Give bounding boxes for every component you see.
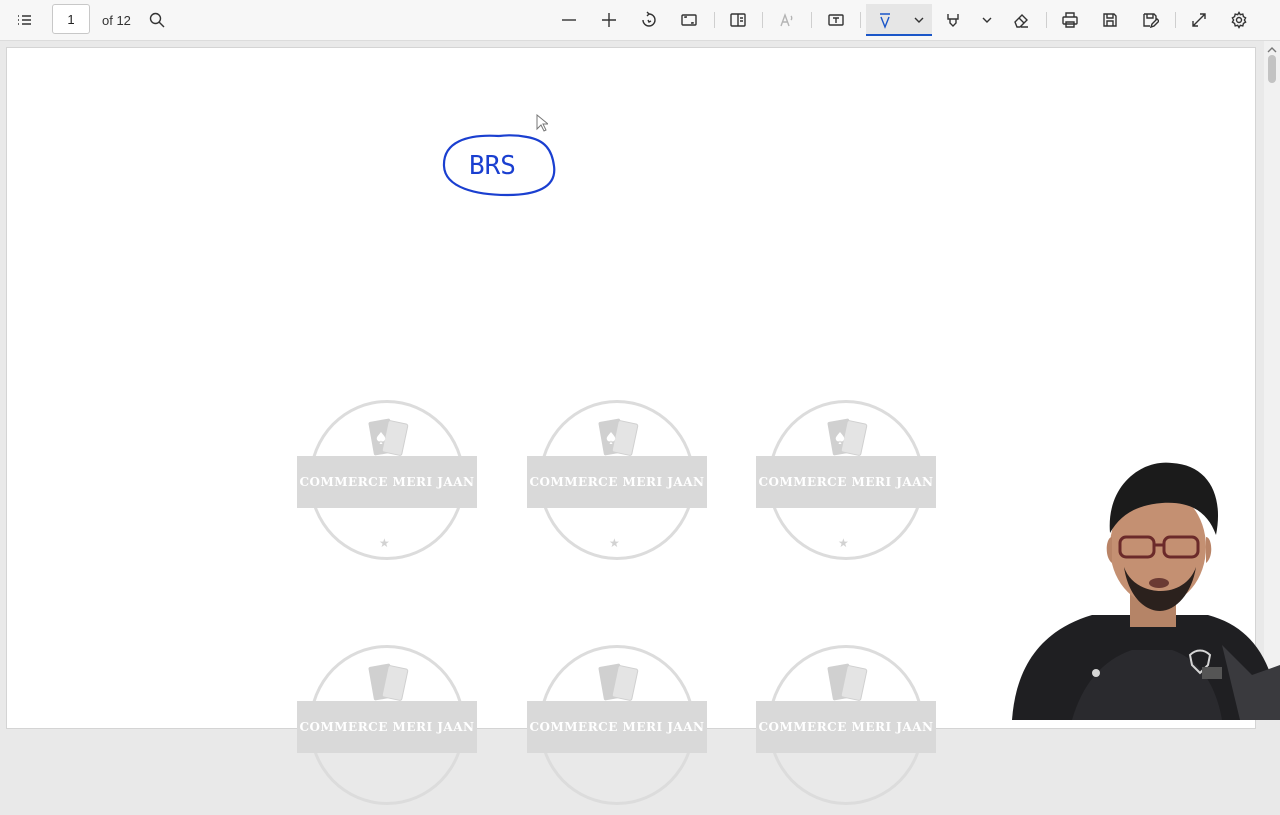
eraser-icon[interactable] (1007, 6, 1035, 34)
mouse-cursor-icon (536, 114, 548, 132)
search-icon[interactable] (143, 6, 171, 34)
chevron-down-icon[interactable] (973, 6, 1001, 34)
watermark-text: COMMERCE MERI JAAN (527, 701, 707, 753)
scroll-up-icon[interactable] (1266, 45, 1278, 55)
watermark-text: COMMERCE MERI JAAN (297, 701, 477, 753)
draw-icon[interactable] (871, 6, 899, 34)
highlight-icon[interactable] (939, 6, 967, 34)
presenter-webcam-overlay (1012, 462, 1280, 720)
settings-icon[interactable] (1225, 6, 1253, 34)
save-icon[interactable] (1096, 6, 1124, 34)
pdf-toolbar: of 12 (0, 0, 1280, 41)
fit-page-icon[interactable] (675, 6, 703, 34)
watermark-logo: COMMERCE MERI JAAN ★ (297, 400, 477, 570)
print-icon[interactable] (1056, 6, 1084, 34)
ink-annotation: BRS (442, 134, 556, 197)
contents-icon[interactable] (10, 6, 38, 34)
watermark-text: COMMERCE MERI JAAN (527, 456, 707, 508)
text-box-icon[interactable] (822, 6, 850, 34)
chevron-down-icon[interactable] (905, 6, 933, 34)
watermark-logo: COMMERCE MERI JAAN (756, 645, 936, 815)
page-view-icon[interactable] (724, 6, 752, 34)
watermark-text: COMMERCE MERI JAAN (756, 701, 936, 753)
watermark-logo: COMMERCE MERI JAAN ★ (756, 400, 936, 570)
watermark-text: COMMERCE MERI JAAN (756, 456, 936, 508)
watermark-logo: COMMERCE MERI JAAN ★ (527, 400, 707, 570)
watermark-logo: COMMERCE MERI JAAN (527, 645, 707, 815)
zoom-out-icon[interactable] (555, 6, 583, 34)
read-aloud-icon (773, 6, 801, 34)
annotation-text: BRS (469, 151, 516, 181)
watermark-text: COMMERCE MERI JAAN (297, 456, 477, 508)
zoom-in-icon[interactable] (595, 6, 623, 34)
fullscreen-icon[interactable] (1185, 6, 1213, 34)
rotate-icon[interactable] (635, 6, 663, 34)
watermark-logo: COMMERCE MERI JAAN (297, 645, 477, 815)
save-as-icon[interactable] (1136, 6, 1164, 34)
scroll-thumb[interactable] (1268, 55, 1276, 83)
page-count: of 12 (102, 13, 131, 28)
page-number-input[interactable] (52, 4, 90, 34)
